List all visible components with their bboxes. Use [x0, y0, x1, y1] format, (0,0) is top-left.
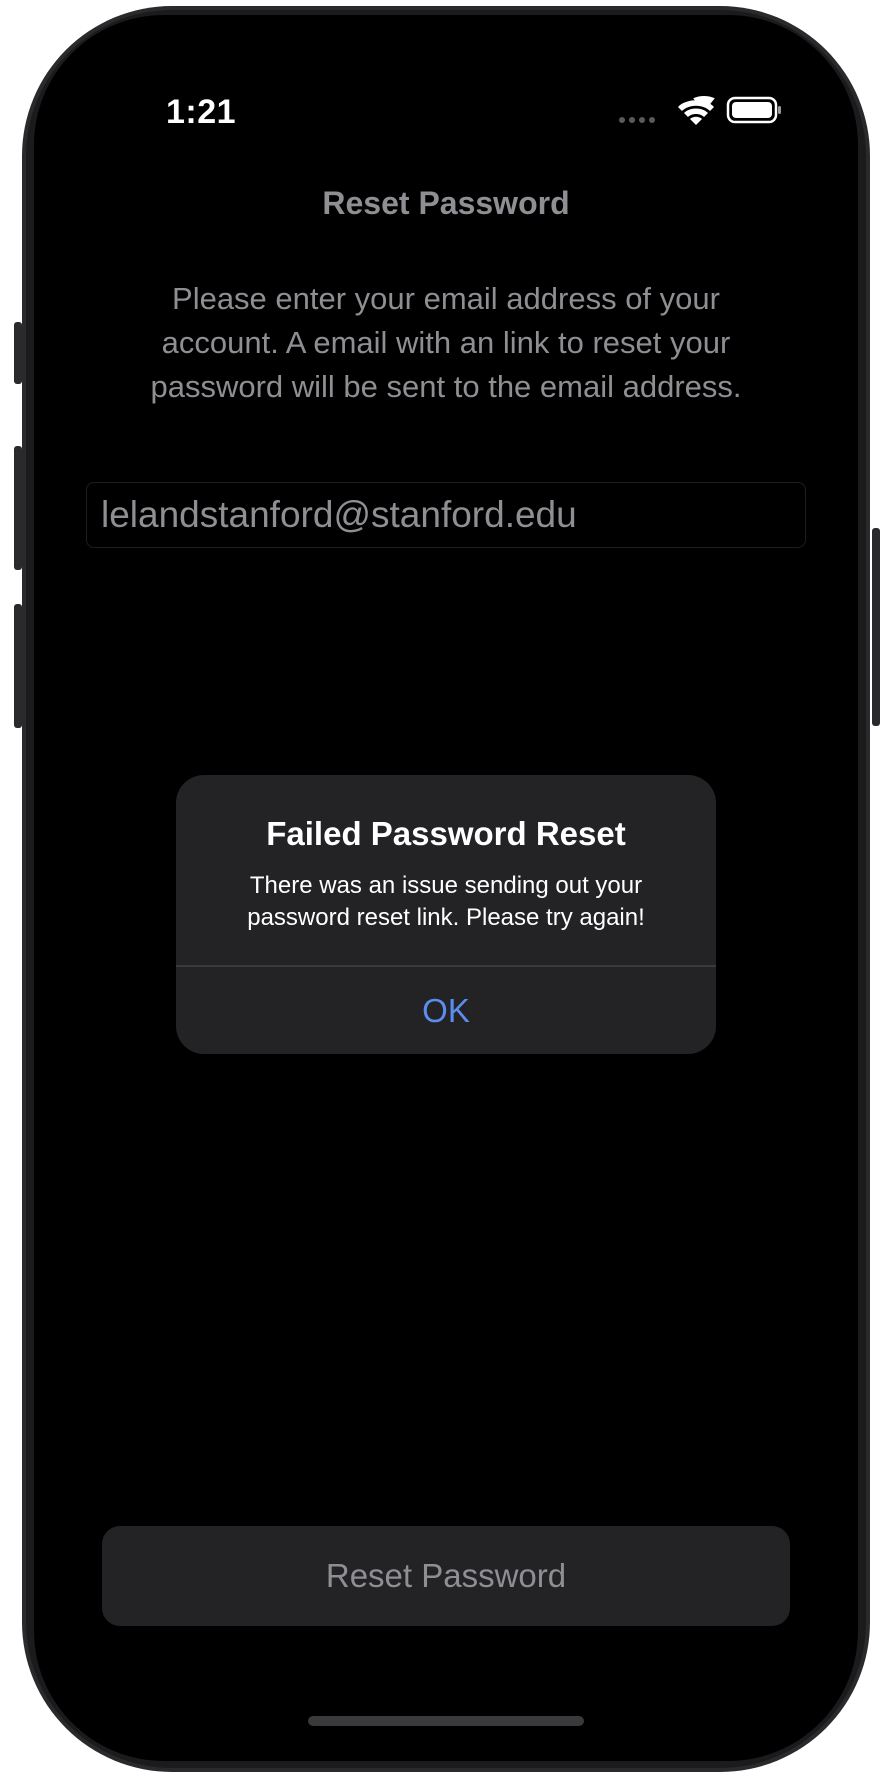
volume-up-button [14, 446, 22, 570]
signal-dots-icon [619, 117, 655, 123]
alert-message: There was an issue sending out your pass… [247, 872, 645, 931]
email-field[interactable]: lelandstanford@stanford.edu [86, 482, 806, 548]
status-icons-svg [619, 96, 781, 125]
home-indicator[interactable] [308, 1716, 584, 1726]
reset-password-button[interactable]: Reset Password [102, 1526, 790, 1626]
power-button [872, 528, 880, 726]
screen: 1:21 Reset Password Please enter your em… [34, 15, 858, 1761]
nav-title: Reset Password [322, 185, 570, 221]
failed-reset-alert: Failed Password Reset There was an issue… [176, 775, 716, 1054]
instructions-text: Please enter your email address of your … [150, 281, 742, 404]
mute-switch [14, 322, 22, 384]
wifi-icon [678, 96, 715, 125]
alert-title: Failed Password Reset [266, 815, 626, 852]
battery-icon [726, 96, 781, 124]
status-icons [616, 95, 816, 127]
status-time: 1:21 [166, 93, 237, 131]
volume-down-button [14, 604, 22, 728]
alert-ok-button[interactable]: OK [176, 967, 716, 1054]
